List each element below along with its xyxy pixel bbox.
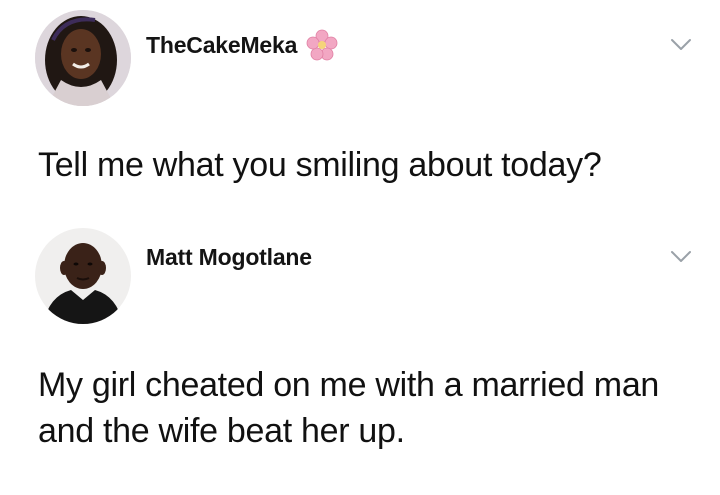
chevron-down-icon[interactable] bbox=[670, 38, 692, 52]
username-row: TheCakeMeka bbox=[146, 28, 339, 62]
tweet-text: My girl cheated on me with a married man… bbox=[38, 366, 660, 450]
username[interactable]: Matt Mogotlane bbox=[146, 244, 312, 271]
avatar[interactable] bbox=[35, 228, 131, 324]
cherry-blossom-icon bbox=[305, 28, 339, 62]
avatar[interactable] bbox=[35, 10, 131, 106]
username-row: Matt Mogotlane bbox=[146, 244, 312, 271]
tweet-text: Tell me what you smiling about today? bbox=[38, 146, 602, 184]
username[interactable]: TheCakeMeka bbox=[146, 32, 297, 59]
chevron-down-icon[interactable] bbox=[670, 250, 692, 264]
